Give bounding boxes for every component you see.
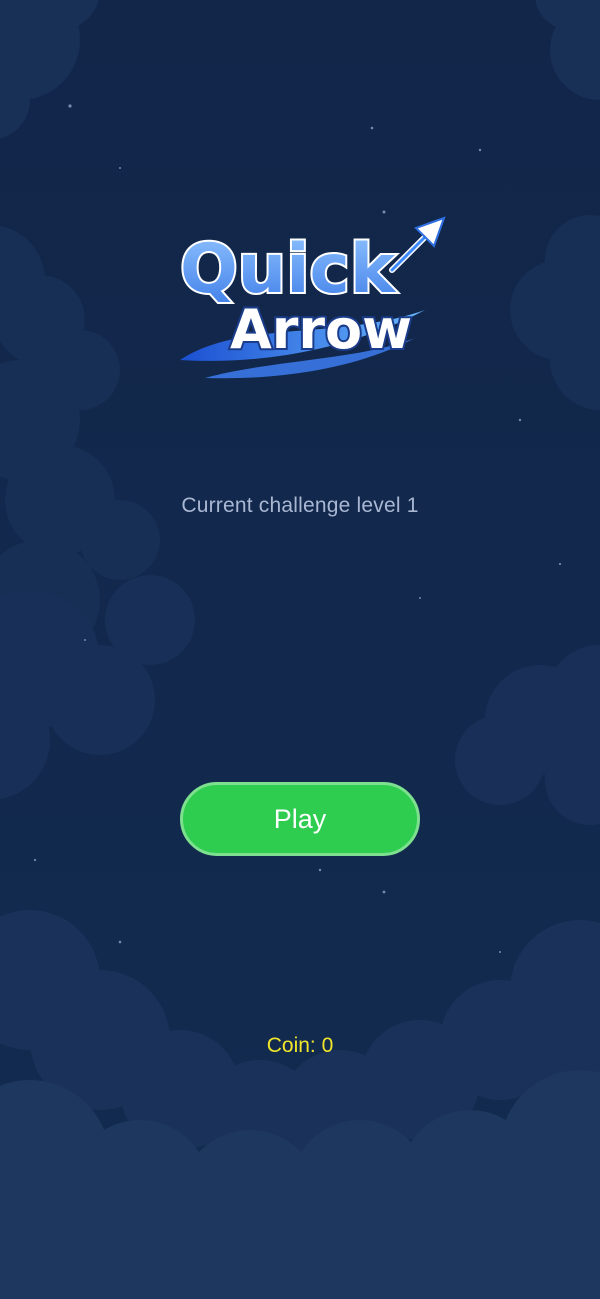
quick-arrow-logo: Quick Arrow: [178, 216, 446, 379]
background-scene: [0, 0, 600, 1299]
play-button[interactable]: Play: [180, 782, 420, 856]
logo-line2: Arrow: [230, 298, 412, 361]
current-challenge-level: Current challenge level 1: [181, 494, 419, 517]
arrow-icon: [389, 216, 446, 273]
coin-counter: Coin: 0: [266, 1034, 334, 1057]
